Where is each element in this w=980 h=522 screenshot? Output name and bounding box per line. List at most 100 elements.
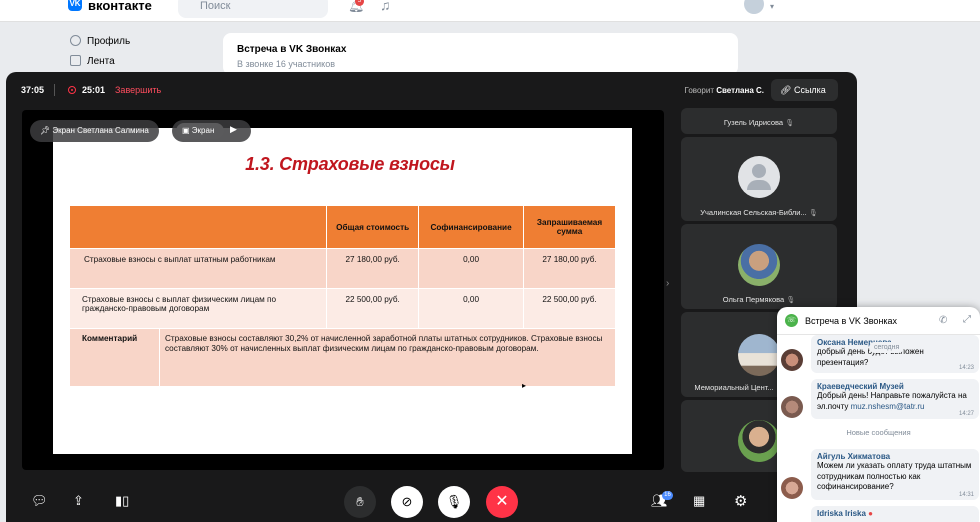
- date-separator: сегодня: [869, 342, 905, 353]
- row-label: Страховые взносы с выплат физическим лиц…: [68, 288, 328, 329]
- screen-share-stage[interactable]: 1.3. Страховые взносы Общая стоимость Со…: [22, 110, 664, 470]
- camera-off-icon: ⊘: [401, 494, 413, 509]
- screen-owner-pill[interactable]: 📌︎ Экран Светлана Салмина: [30, 120, 159, 142]
- comment-label: Комментарий: [70, 329, 160, 387]
- gear-icon[interactable]: ⚙: [734, 492, 747, 510]
- table-header-cell: Запрашиваемая сумма: [523, 205, 616, 249]
- sidebar-item-profile[interactable]: Профиль: [70, 35, 130, 47]
- call-post-card[interactable]: Встреча в VK Звонках В звонке 16 участни…: [223, 33, 738, 75]
- avatar[interactable]: [744, 0, 764, 14]
- divider: [54, 84, 55, 96]
- camera-icon[interactable]: ▶︎: [230, 124, 237, 135]
- chat-message: Idriska Iriska ●: [781, 506, 979, 522]
- mic-toggle-button[interactable]: 🎙︎: [438, 486, 470, 518]
- heart-icon: ●: [868, 509, 873, 518]
- message-author-text: Idriska Iriska: [817, 509, 866, 518]
- phone-icon[interactable]: ✆: [939, 315, 947, 326]
- end-call-button[interactable]: ✕: [486, 486, 518, 518]
- chat-title: Встреча в VK Звонках: [805, 316, 898, 326]
- copy-link-button[interactable]: 🔗︎ Ссылка: [771, 79, 838, 101]
- link-label: Ссылка: [793, 85, 826, 95]
- feed-icon: [70, 55, 81, 66]
- participant-name-text: Учалинская Сельская-Библи...: [700, 208, 807, 217]
- participant-name-text: Мемориальный Цент...: [694, 383, 774, 392]
- call-duration: 37:05: [21, 85, 45, 95]
- table-header-cell: Общая стоимость: [326, 205, 420, 249]
- mic-off-icon: 🎙︎: [808, 210, 818, 217]
- chat-icon[interactable]: 💬︎: [31, 493, 48, 509]
- table-header-cell: [68, 205, 328, 249]
- avatar: [781, 396, 803, 418]
- mouse-cursor-icon: ▸: [522, 381, 527, 390]
- comment-cell: Комментарий Страховые взносы составляют …: [69, 328, 616, 387]
- hand-icon: ✋︎: [356, 494, 364, 509]
- message-time: 14:23: [958, 365, 974, 371]
- search-input[interactable]: Поиск: [178, 0, 328, 18]
- email-link[interactable]: muz.nshesm@tatr.ru: [851, 402, 925, 411]
- profile-icon: [70, 35, 81, 46]
- sidebar-item-feed[interactable]: Лента: [70, 55, 115, 67]
- participant-tile[interactable]: Гузель Идрисова 🎙︎: [681, 108, 837, 134]
- message-author[interactable]: Краеведческий Музей: [817, 382, 973, 391]
- raise-hand-button[interactable]: ✋︎: [344, 486, 376, 518]
- screen-view-label: Экран: [191, 126, 215, 135]
- row-label: Страховые взносы с выплат штатным работн…: [68, 248, 328, 289]
- layout-icon[interactable]: ▮▯: [115, 493, 129, 509]
- record-time: 25:01: [82, 85, 106, 95]
- slide-table: Общая стоимость Софинансирование Запраши…: [68, 205, 616, 387]
- call-topbar: 37:05 25:01 Завершить Говорит Светлана С…: [6, 72, 857, 108]
- chat-message: Оксана Немерцева добрый день будет вылож…: [781, 335, 979, 375]
- slide-title: 1.3. Страховые взносы: [245, 154, 455, 174]
- music-icon[interactable]: ♫: [380, 0, 391, 13]
- avatar: [738, 156, 780, 198]
- row-requested: 22 500,00 руб.: [523, 288, 616, 329]
- message-bubble: Оксана Немерцева добрый день будет вылож…: [811, 335, 979, 373]
- stop-recording-button[interactable]: Завершить: [115, 85, 161, 95]
- participant-tile[interactable]: Ольга Пермякова 🎙︎: [681, 224, 837, 309]
- message-bubble: Idriska Iriska ●: [811, 506, 979, 522]
- participant-name: Ольга Пермякова 🎙︎: [681, 295, 837, 304]
- table-header-row: Общая стоимость Софинансирование Запраши…: [68, 205, 616, 249]
- message-author[interactable]: Idriska Iriska ●: [817, 509, 973, 518]
- sidebar-item-label: Лента: [87, 56, 115, 67]
- link-icon: 🔗︎: [780, 85, 792, 95]
- mic-off-icon: 🎙︎: [785, 120, 795, 127]
- message-author[interactable]: Айгуль Хикматова: [817, 452, 973, 461]
- speaking-indicator: Говорит Светлана С.: [666, 86, 764, 95]
- screen-owner-label: Экран Светлана Салмина: [52, 126, 149, 135]
- presentation-slide: 1.3. Страховые взносы Общая стоимость Со…: [53, 128, 632, 454]
- participant-name-text: Гузель Идрисова: [723, 118, 784, 127]
- message-time: 14:27: [958, 411, 974, 417]
- chevron-right-icon[interactable]: ›: [666, 278, 669, 289]
- row-cofin: 0,00: [418, 288, 525, 329]
- row-requested: 27 180,00 руб.: [523, 248, 616, 289]
- participant-name: Учалинская Сельская-Библи... 🎙︎: [681, 208, 837, 217]
- chevron-down-icon[interactable]: ▾: [770, 2, 774, 11]
- grid-icon[interactable]: ▦: [693, 493, 705, 509]
- speaking-prefix: Говорит: [684, 86, 714, 95]
- vk-logo-icon[interactable]: VK: [68, 0, 82, 11]
- table-row: Страховые взносы с выплат физическим лиц…: [68, 288, 616, 329]
- row-total: 27 180,00 руб.: [326, 248, 420, 289]
- participants-count-badge: 16: [662, 491, 673, 500]
- screen-view-button[interactable]: ▣ Экран: [176, 123, 224, 139]
- screen-icon: ▣: [182, 126, 190, 135]
- table-header-cell: Софинансирование: [418, 205, 525, 249]
- camera-toggle-button[interactable]: ⊘: [391, 486, 423, 518]
- avatar: [738, 420, 780, 462]
- row-cofin: 0,00: [418, 248, 525, 289]
- post-subtitle: В звонке 16 участников: [237, 59, 335, 69]
- view-switch-pill[interactable]: ▣ Экран ▶︎: [172, 120, 251, 142]
- chat-header: ☏ Встреча в VK Звонках ✆ ⤢: [777, 307, 980, 335]
- expand-icon[interactable]: ⤢: [963, 314, 971, 325]
- share-screen-icon[interactable]: ⇪: [73, 493, 84, 509]
- message-text: Можем ли указать оплату труда штатным со…: [817, 461, 972, 491]
- call-window: 37:05 25:01 Завершить Говорит Светлана С…: [6, 72, 857, 522]
- participant-tile[interactable]: Учалинская Сельская-Библи... 🎙︎: [681, 137, 837, 221]
- avatar: [738, 334, 780, 376]
- new-messages-separator: Новые сообщения: [846, 428, 911, 437]
- participant-name: Гузель Идрисова 🎙︎: [681, 118, 837, 127]
- record-icon: [68, 86, 76, 94]
- vk-logo-text[interactable]: вконтакте: [88, 0, 152, 13]
- avatar-head: [752, 164, 766, 178]
